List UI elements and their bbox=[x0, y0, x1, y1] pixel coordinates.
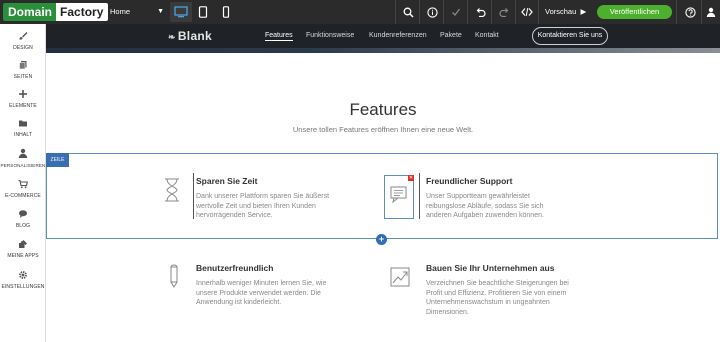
sidebar-item-label: SEITEN bbox=[13, 74, 33, 80]
sidebar-item-elemente[interactable]: ELEMENTE bbox=[0, 89, 46, 117]
redo-icon bbox=[498, 8, 508, 17]
desktop-icon bbox=[174, 6, 188, 18]
feature-title: Bauen Sie Ihr Unternehmen aus bbox=[426, 263, 555, 273]
site-brand[interactable]: ❧ Blank bbox=[168, 29, 212, 43]
code-button[interactable] bbox=[516, 0, 538, 24]
page-select-value: Home bbox=[110, 7, 131, 16]
nav-link-funktionsweise[interactable]: Funktionsweise bbox=[306, 32, 354, 39]
help-icon bbox=[684, 6, 696, 18]
save-check-button[interactable] bbox=[445, 0, 467, 24]
play-icon: ▶ bbox=[578, 7, 587, 16]
toolbar-divider bbox=[395, 0, 396, 24]
pencil-icon bbox=[163, 263, 185, 289]
sidebar-item-personalisieren[interactable]: PERSONALISIEREN bbox=[0, 148, 46, 176]
toolbar-divider bbox=[419, 0, 420, 24]
undo-button[interactable] bbox=[469, 0, 491, 24]
editor-toolbar: Domain Factory Home ▼ Vorschau ▶ Veröffe bbox=[0, 0, 720, 24]
toolbar-divider bbox=[467, 0, 468, 24]
feature-divider bbox=[419, 173, 420, 219]
editor-sidebar: DESIGN SEITEN ELEMENTE INHALT PERSONALIS… bbox=[0, 24, 46, 342]
hourglass-icon bbox=[161, 177, 183, 203]
toolbar-divider bbox=[538, 0, 539, 24]
folder-icon bbox=[0, 118, 46, 132]
code-icon bbox=[521, 7, 533, 17]
nav-link-kundenreferenzen[interactable]: Kundenreferenzen bbox=[369, 32, 427, 39]
user-icon bbox=[706, 7, 716, 17]
contact-button[interactable]: Kontaktieren Sie uns bbox=[532, 27, 608, 45]
preview-label: Vorschau bbox=[545, 7, 577, 16]
puzzle-icon bbox=[0, 239, 46, 253]
sidebar-item-label: E-COMMERCE bbox=[5, 193, 41, 199]
sidebar-item-label: EINSTELLUNGEN bbox=[1, 284, 45, 290]
phone-view-button[interactable] bbox=[215, 2, 237, 22]
info-button[interactable] bbox=[421, 0, 443, 24]
publish-button[interactable]: Veröffentlichen bbox=[597, 5, 672, 19]
comment-icon bbox=[0, 209, 46, 223]
pages-icon bbox=[0, 60, 46, 74]
info-icon bbox=[426, 6, 438, 18]
sidebar-item-label: DESIGN bbox=[13, 45, 33, 51]
check-icon bbox=[452, 8, 461, 16]
account-button[interactable] bbox=[700, 0, 720, 24]
gear-icon bbox=[0, 270, 46, 284]
toolbar-divider bbox=[676, 0, 677, 24]
brush-icon bbox=[0, 31, 46, 45]
logo-part-factory: Factory bbox=[56, 3, 109, 21]
sidebar-item-inhalt[interactable]: INHALT bbox=[0, 118, 46, 146]
sidebar-item-einstellungen[interactable]: EINSTELLUNGEN bbox=[0, 270, 46, 298]
sidebar-item-blog[interactable]: BLOG bbox=[0, 209, 46, 237]
section-subtitle: Unsere tollen Features eröffnen Ihnen ei… bbox=[292, 125, 474, 134]
chevron-down-icon: ▼ bbox=[157, 8, 164, 15]
cart-icon bbox=[0, 179, 46, 193]
sidebar-item-meine-apps[interactable]: MEINE APPS bbox=[0, 239, 46, 267]
desktop-view-button[interactable] bbox=[170, 2, 192, 22]
sidebar-item-seiten[interactable]: SEITEN bbox=[0, 60, 46, 88]
nav-link-pakete[interactable]: Pakete bbox=[440, 32, 462, 39]
sidebar-item-label: INHALT bbox=[13, 132, 32, 138]
sidebar-item-label: PERSONALISIEREN bbox=[0, 163, 46, 168]
sidebar-item-label: ELEMENTE bbox=[9, 103, 37, 109]
help-button[interactable] bbox=[679, 0, 701, 24]
user-icon bbox=[0, 148, 46, 162]
feature-text: Dank unserer Plattform sparen Sie äußers… bbox=[196, 193, 330, 219]
nav-link-kontakt[interactable]: Kontakt bbox=[475, 32, 499, 39]
site-brand-name: Blank bbox=[177, 29, 213, 43]
sidebar-item-design[interactable]: DESIGN bbox=[0, 31, 46, 59]
tablet-view-button[interactable] bbox=[192, 2, 214, 22]
toolbar-divider bbox=[491, 0, 492, 24]
preview-button[interactable]: Vorschau ▶ bbox=[545, 0, 586, 24]
sidebar-item-label: MEINE APPS bbox=[7, 253, 39, 259]
feature-text: Verzeichnen Sie beachtliche Steigerungen… bbox=[426, 280, 569, 316]
plus-icon bbox=[0, 89, 46, 103]
feature-title: Sparen Sie Zeit bbox=[196, 176, 258, 186]
logo-part-domain: Domain bbox=[3, 3, 57, 21]
feature-title: Freundlicher Support bbox=[426, 176, 513, 186]
sidebar-item-label: BLOG bbox=[15, 223, 31, 229]
nav-link-features[interactable]: Features bbox=[265, 32, 293, 41]
growth-chart-icon bbox=[389, 264, 411, 290]
page-select-dropdown[interactable]: Home ▼ bbox=[106, 2, 164, 22]
add-row-button[interactable]: + bbox=[376, 234, 387, 245]
undo-icon bbox=[476, 8, 486, 17]
phone-icon bbox=[222, 6, 230, 18]
search-button[interactable] bbox=[397, 0, 419, 24]
search-icon bbox=[403, 7, 413, 17]
domainfactory-logo[interactable]: Domain Factory bbox=[3, 3, 109, 21]
tablet-icon bbox=[198, 6, 208, 18]
section-title: Features bbox=[349, 100, 417, 119]
feature-divider bbox=[193, 173, 194, 219]
row-tag[interactable]: ZEILE bbox=[46, 153, 69, 167]
feature-text: Unser Supportteam gewährleistet reibungs… bbox=[426, 193, 544, 219]
sidebar-item-e-commerce[interactable]: E-COMMERCE bbox=[0, 179, 46, 207]
feature-text: Innerhalb weniger Minuten lernen Sie, wi… bbox=[196, 280, 327, 306]
close-icon[interactable]: ✕ bbox=[408, 175, 414, 181]
feather-logo-icon: ❧ bbox=[168, 32, 176, 42]
toolbar-divider bbox=[443, 0, 444, 24]
redo-button[interactable] bbox=[493, 0, 515, 24]
feature-title: Benutzerfreundlich bbox=[196, 263, 274, 273]
chat-icon bbox=[388, 182, 410, 208]
selected-row-outline[interactable] bbox=[46, 153, 718, 239]
